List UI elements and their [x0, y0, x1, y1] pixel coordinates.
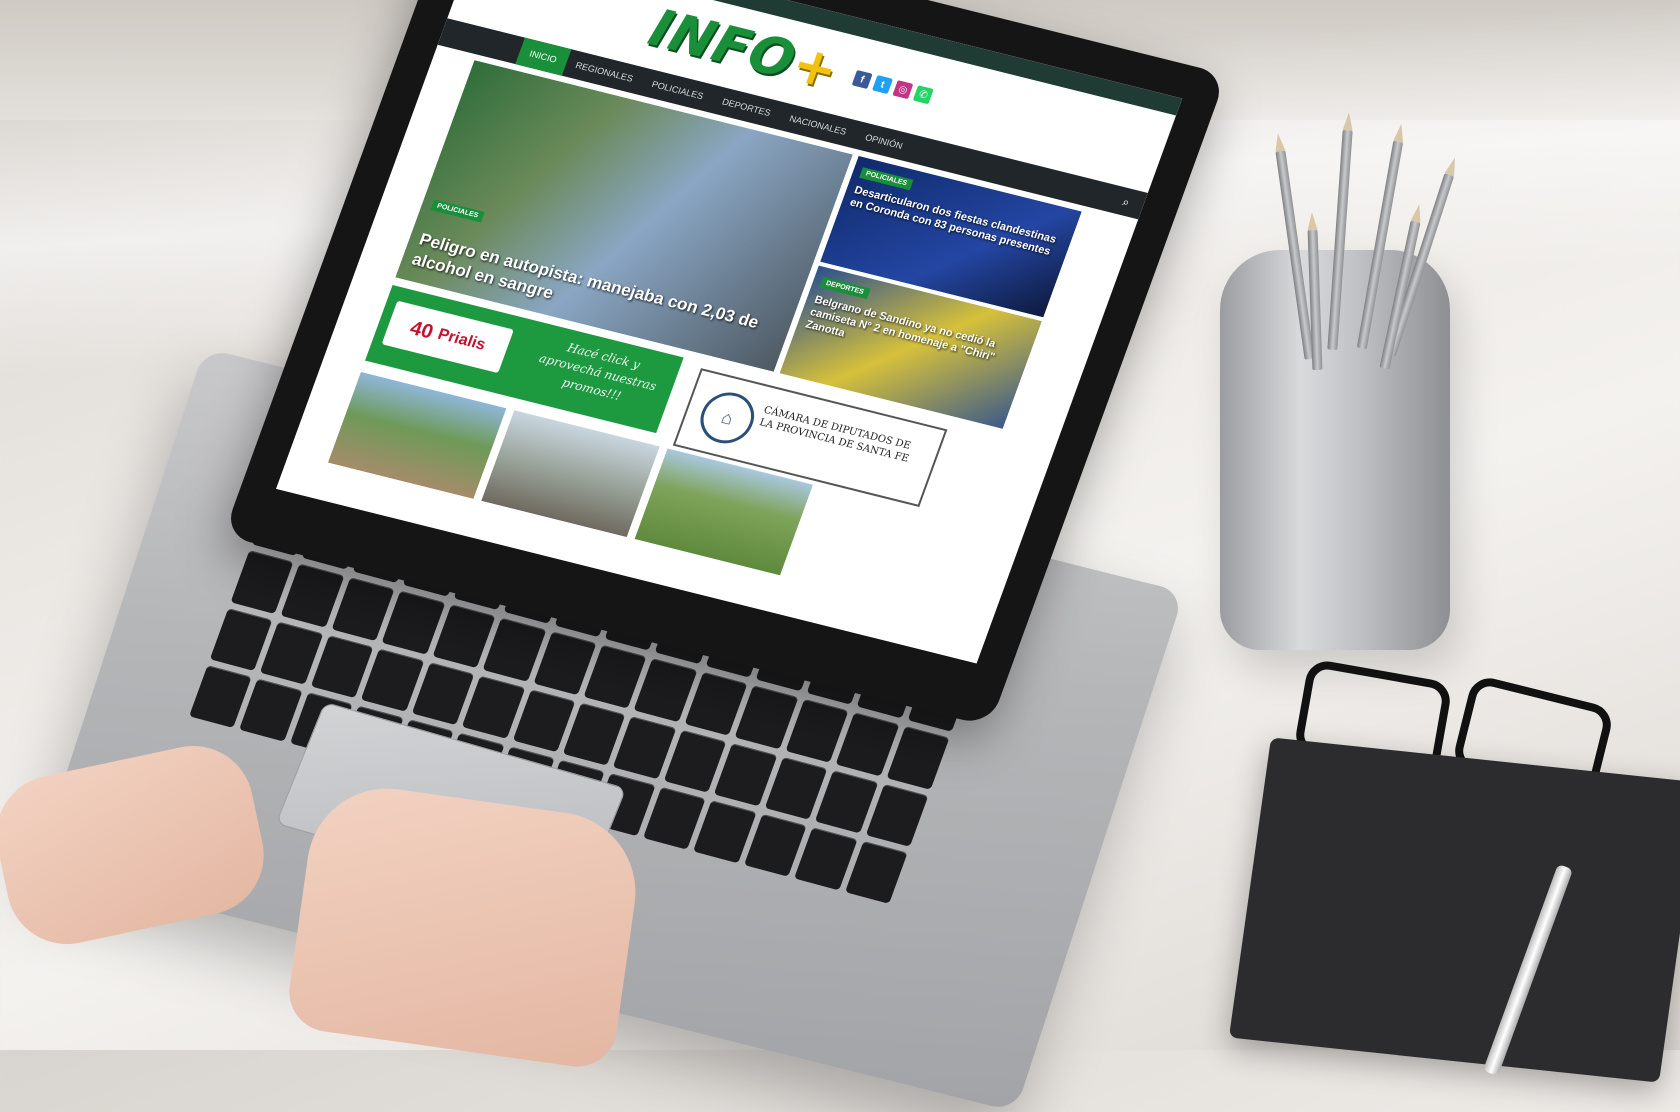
twitter-icon[interactable]: t [872, 75, 894, 95]
keyboard-key [886, 726, 950, 790]
left-hand [0, 734, 275, 956]
whatsapp-icon[interactable]: ✆ [912, 85, 934, 105]
browser-screen: INFO+ f t ◎ ✆ INICIO REGIONALES POLICIAL… [276, 0, 1183, 664]
camara-seal-icon: ⌂ [693, 387, 762, 449]
camara-text: CÁMARA DE DIPUTADOS DE LA PROVINCIA DE S… [757, 404, 913, 465]
social-icons: f t ◎ ✆ [851, 70, 934, 105]
thumbnail-image [327, 371, 507, 499]
thumbnail-card[interactable] [327, 371, 507, 499]
thumbnail-image [481, 410, 660, 538]
thumbnail-card[interactable] [481, 410, 660, 538]
notebook [1228, 737, 1680, 1083]
keyboard-key [844, 840, 908, 904]
instagram-icon[interactable]: ◎ [892, 80, 914, 100]
prialis-promo-text: Hacé click y aprovechá nuestras promos!!… [537, 340, 659, 403]
prialis-logo: 40 Prialis [381, 300, 514, 374]
facebook-icon[interactable]: f [851, 70, 873, 90]
search-icon[interactable]: ⌕ [1120, 194, 1132, 210]
right-hand [284, 778, 646, 1072]
keyboard-key [865, 783, 929, 847]
